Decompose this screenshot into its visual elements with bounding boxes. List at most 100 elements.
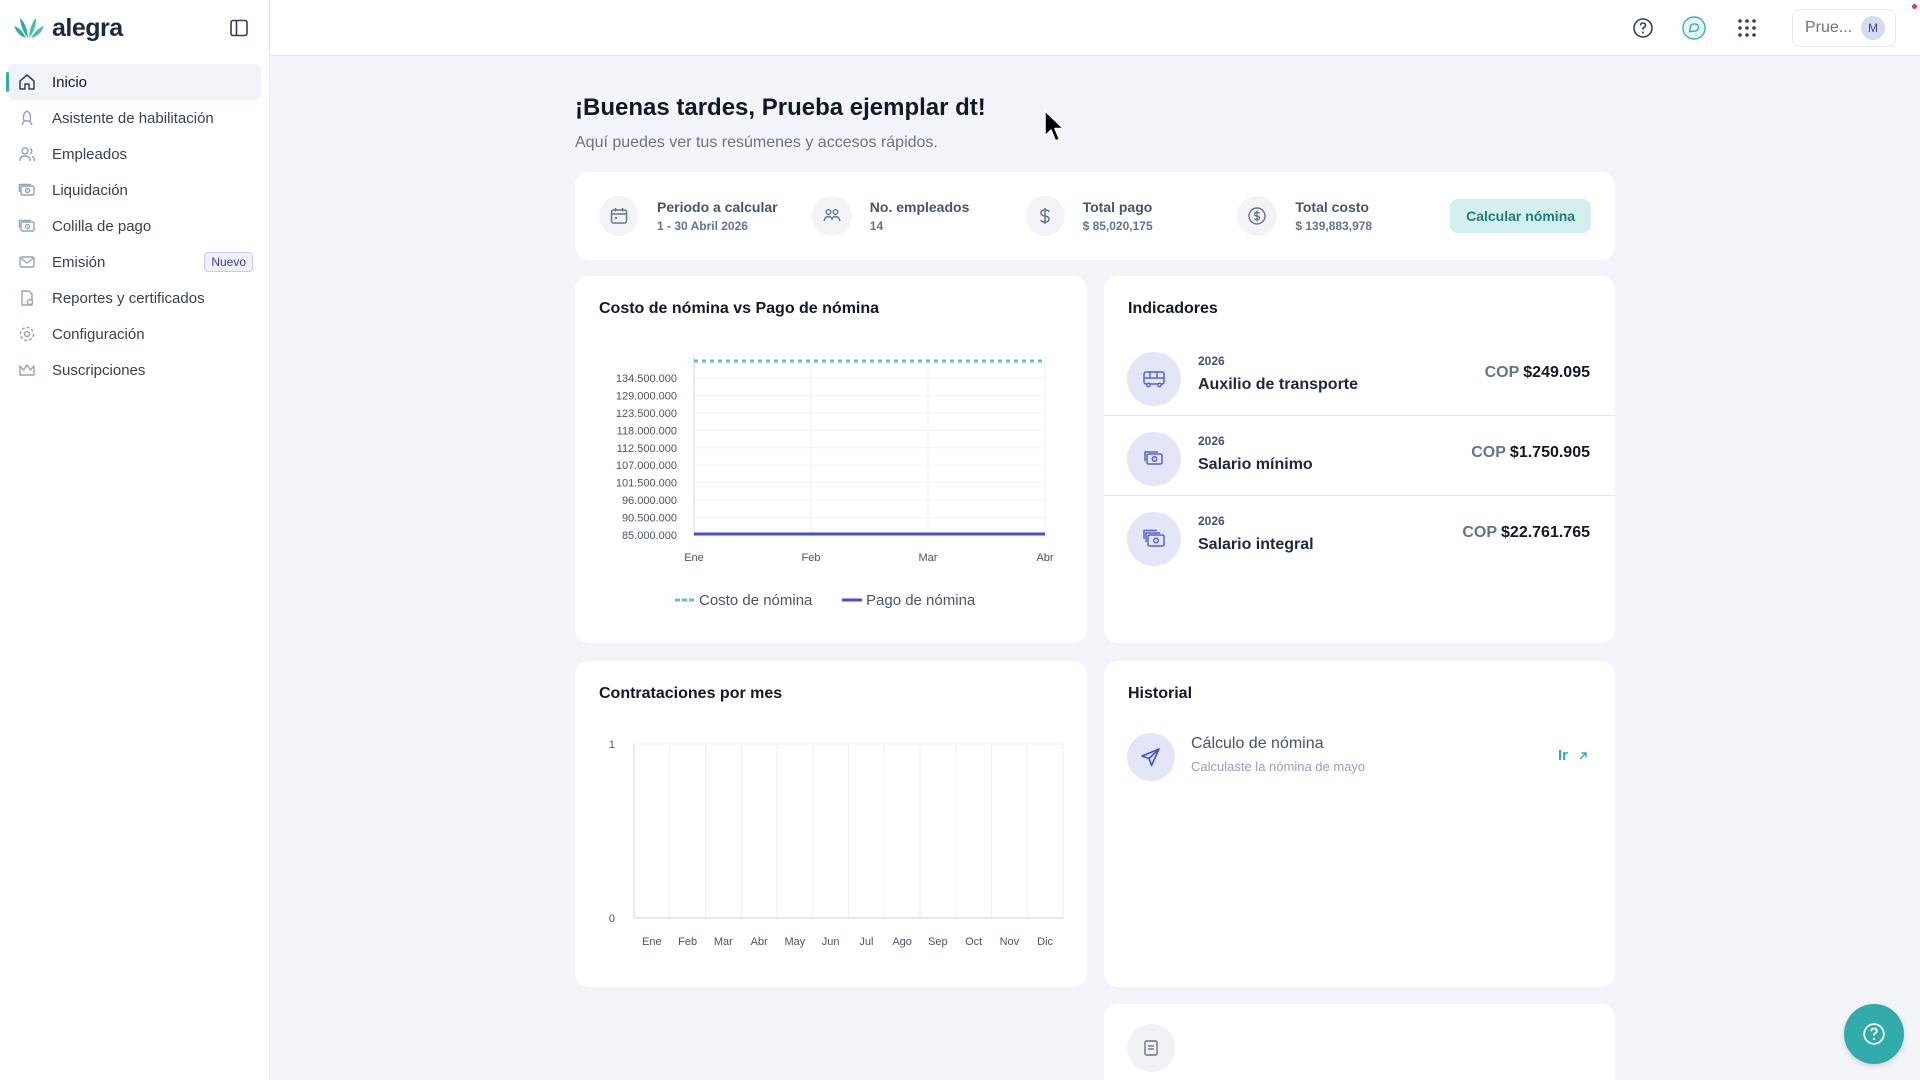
summary-value: $ 85,020,175	[1082, 219, 1153, 233]
gear-icon	[18, 325, 36, 343]
help-icon	[1633, 18, 1653, 38]
indicator-name: Salario integral	[1198, 536, 1314, 553]
summary-value: $ 139,883,978	[1295, 219, 1373, 233]
x-tick-label: May	[784, 936, 805, 948]
sidebar-item-colilla[interactable]: Colilla de pago	[8, 208, 261, 244]
summary-value: 14	[869, 219, 884, 233]
summary-total-pago: Total pago $ 85,020,175	[1024, 196, 1238, 236]
summary-total-costo: Total costo $ 139,883,978	[1237, 196, 1450, 236]
sidebar-item-inicio[interactable]: Inicio	[6, 64, 261, 100]
currency-label: COP	[1484, 364, 1520, 381]
summary-employees: No. empleados 14	[811, 196, 1025, 236]
money-stack-icon	[1127, 512, 1181, 566]
bus-icon	[1127, 352, 1181, 406]
apps-grid-icon	[1738, 19, 1756, 37]
floating-help-button[interactable]	[1844, 1004, 1904, 1064]
x-tick-label: Ene	[684, 552, 704, 564]
sidebar-item-configuracion[interactable]: Configuración	[8, 316, 261, 352]
receipt-icon	[18, 217, 36, 235]
rocket-icon	[18, 109, 36, 127]
x-tick-label: Ago	[892, 936, 912, 948]
sidebar-item-label: Inicio	[52, 73, 88, 91]
history-go-link[interactable]: Ir	[1558, 747, 1588, 764]
document-icon	[1127, 1024, 1175, 1072]
indicators-title: Indicadores	[1128, 300, 1218, 317]
summary-label: Periodo a calcular	[657, 199, 778, 215]
help-icon	[1863, 1023, 1885, 1045]
avatar: M	[1861, 16, 1885, 40]
x-tick-label: Feb	[678, 936, 697, 948]
summary-label: Total costo	[1295, 199, 1369, 215]
history-item-title: Cálculo de nómina	[1191, 735, 1324, 752]
calendar-icon	[599, 196, 639, 236]
user-menu-button[interactable]: Prue... M	[1792, 9, 1896, 47]
x-tick-label: Mar	[919, 552, 938, 564]
crown-icon	[18, 361, 36, 379]
sidebar-item-emision[interactable]: Emisión Nuevo	[8, 244, 261, 280]
legend-label: Costo de nómina	[699, 592, 813, 609]
summary-period: Periodo a calcular 1 - 30 Abril 2026	[599, 196, 812, 236]
x-tick-label: Jul	[859, 936, 873, 948]
y-tick-label: 112.500.000	[617, 443, 677, 455]
home-icon	[18, 73, 36, 91]
y-tick-label: 1	[609, 739, 615, 751]
alegra-leaf-icon	[14, 18, 44, 38]
summary-label: No. empleados	[869, 199, 970, 215]
money-icon	[1127, 432, 1181, 486]
indicator-name: Salario mínimo	[1198, 456, 1313, 473]
external-arrow-icon	[1579, 751, 1587, 759]
sidebar-toggle-icon	[230, 19, 248, 37]
cash-icon	[18, 181, 36, 199]
sidebar-item-asistente[interactable]: Asistente de habilitación	[8, 100, 261, 136]
sidebar-item-empleados[interactable]: Empleados	[8, 136, 261, 172]
report-icon	[18, 289, 36, 307]
sidebar-item-liquidacion[interactable]: Liquidación	[8, 172, 261, 208]
indicator-value: COP $22.761.765	[1462, 524, 1590, 542]
indicator-year: 2026	[1198, 514, 1225, 528]
dollar-circle-icon	[1237, 196, 1278, 236]
x-tick-label: Ene	[642, 936, 662, 948]
currency-label: COP	[1471, 444, 1506, 461]
calcular-nomina-button[interactable]: Calcular nómina	[1450, 199, 1591, 233]
x-tick-label: Jun	[822, 936, 840, 948]
x-tick-label: Mar	[714, 936, 733, 948]
people-icon	[811, 196, 852, 236]
legend-label: Pago de nómina	[866, 592, 976, 609]
indicator-name: Auxilio de transporte	[1198, 376, 1359, 393]
sidebar-item-label: Liquidación	[52, 181, 128, 199]
sidebar-item-suscripciones[interactable]: Suscripciones	[8, 352, 261, 388]
sidebar-item-label: Suscripciones	[52, 361, 146, 379]
apps-button[interactable]	[1735, 16, 1759, 40]
sidebar-nav: Inicio Asistente de habilitación Emplead…	[0, 56, 269, 396]
y-tick-label: 134.500.000	[616, 373, 677, 385]
sidebar-item-reportes[interactable]: Reportes y certificados	[8, 280, 261, 316]
sidebar-item-label: Colilla de pago	[52, 217, 152, 235]
chat-button[interactable]	[1682, 16, 1706, 40]
indicator-row-salario-integral: 2026 Salario integral COP $22.761.765	[1104, 496, 1615, 576]
x-tick-label: Oct	[965, 936, 982, 948]
y-tick-label: 107.000.000	[616, 460, 677, 472]
sidebar-item-label: Configuración	[52, 325, 145, 343]
logo-text: alegra	[52, 13, 123, 42]
help-button[interactable]	[1631, 16, 1655, 40]
hiring-per-month-chart: 1 0 Ene Feb Mar Abr May Jun Jul Ago Sep Oct Nov Dic	[609, 739, 1064, 948]
new-badge: Nuevo	[204, 252, 253, 272]
x-tick-label: Nov	[1000, 936, 1020, 948]
page-subtitle: Aquí puedes ver tus resúmenes y accesos …	[575, 134, 938, 151]
x-tick-label: Abr	[751, 936, 768, 948]
history-title: Historial	[1128, 685, 1193, 702]
users-icon	[18, 145, 36, 163]
y-tick-label: 101.500.000	[616, 478, 677, 490]
alegra-logo[interactable]: alegra	[12, 14, 123, 43]
mail-icon	[18, 253, 36, 271]
indicator-value: COP $1.750.905	[1471, 444, 1590, 462]
sidebar-item-label: Reportes y certificados	[52, 289, 205, 307]
sidebar-item-label: Emisión	[52, 253, 106, 271]
y-tick-label: 118.000.000	[617, 425, 677, 437]
go-link-label: Ir	[1557, 747, 1568, 764]
page-title: ¡Buenas tardes, Prueba ejemplar dt!	[575, 94, 986, 121]
x-tick-label: Abr	[1036, 552, 1053, 564]
notification-dot	[1912, 4, 1917, 9]
collapse-sidebar-button[interactable]	[227, 16, 251, 40]
indicator-row-salario-minimo: 2026 Salario mínimo COP $1.750.905	[1104, 416, 1615, 496]
